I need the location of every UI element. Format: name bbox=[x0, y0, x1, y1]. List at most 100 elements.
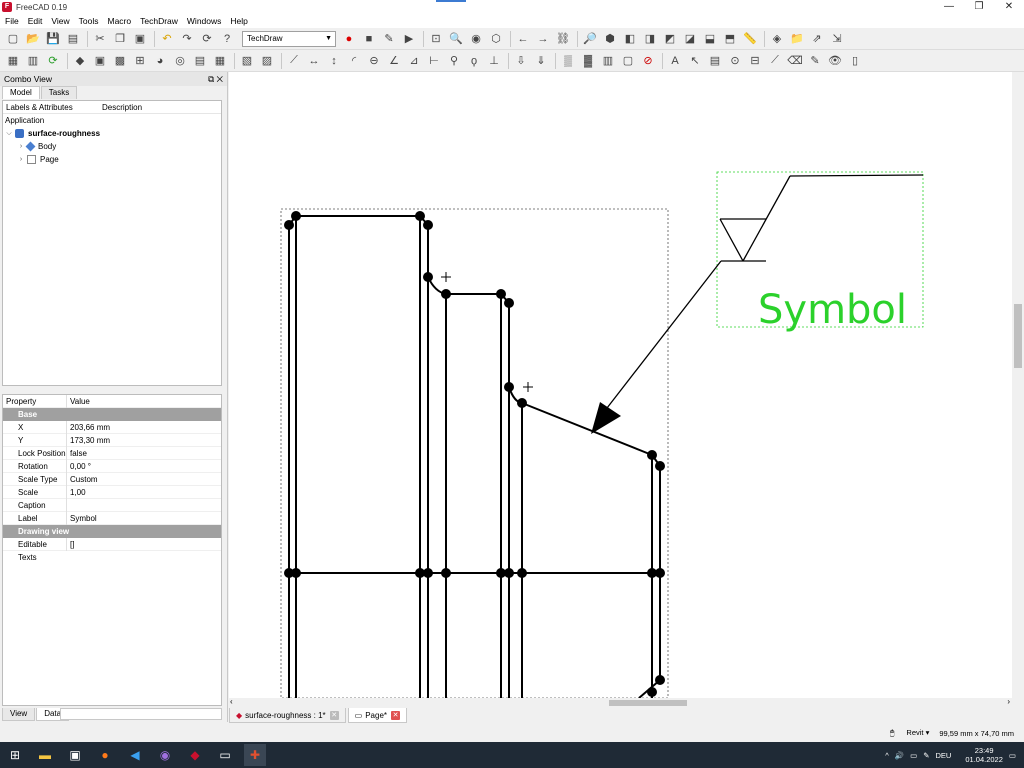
save-as-icon[interactable]: ▤ bbox=[64, 30, 82, 48]
property-group-drawing-view[interactable]: Drawing view bbox=[3, 525, 221, 538]
view-rear-icon[interactable]: ◪ bbox=[681, 30, 699, 48]
terminal-icon[interactable]: ▭ bbox=[214, 744, 236, 766]
property-value[interactable]: 173,30 mm bbox=[67, 436, 110, 445]
menu-macro[interactable]: Macro bbox=[107, 16, 131, 26]
export-dxf-icon[interactable]: ⇓ bbox=[532, 52, 550, 70]
notification-icon[interactable]: ▭ bbox=[1009, 751, 1016, 760]
cut-icon[interactable]: ✂ bbox=[91, 30, 109, 48]
doc-tab-page[interactable]: ▭ Page* ✕ bbox=[347, 708, 408, 723]
tree-column-description[interactable]: Description bbox=[99, 103, 142, 112]
angle-3pt-dimension-icon[interactable]: ⊿ bbox=[405, 52, 423, 70]
angle-dimension-icon[interactable]: ∠ bbox=[385, 52, 403, 70]
open-document-icon[interactable]: 📂 bbox=[24, 30, 42, 48]
forward-icon[interactable]: → bbox=[534, 30, 552, 48]
std-views-icon[interactable]: 🔎 bbox=[581, 30, 599, 48]
view-front-icon[interactable]: ◧ bbox=[621, 30, 639, 48]
horizontal-scrollbar[interactable]: ‹ › bbox=[229, 697, 1012, 708]
chevron-up-icon[interactable]: ^ bbox=[885, 751, 889, 760]
github-desktop-icon[interactable]: ◉ bbox=[154, 744, 176, 766]
centerline-icon[interactable]: ⊟ bbox=[746, 52, 764, 70]
template-page-icon[interactable]: ▥ bbox=[24, 52, 42, 70]
tree-item-body[interactable]: › Body bbox=[3, 140, 221, 153]
redo-icon[interactable]: ↷ bbox=[178, 30, 196, 48]
pen-icon[interactable]: ✎ bbox=[923, 751, 929, 760]
menu-edit[interactable]: Edit bbox=[28, 16, 43, 26]
tree-item-document[interactable]: ⌵ surface-roughness bbox=[3, 127, 221, 140]
paste-icon[interactable]: ▣ bbox=[131, 30, 149, 48]
property-group-base[interactable]: Base bbox=[3, 408, 221, 421]
geom-hatch-icon[interactable]: ▓ bbox=[579, 52, 597, 70]
property-value[interactable]: 203,66 mm bbox=[67, 423, 110, 432]
show-all-icon[interactable]: 👁 bbox=[826, 52, 844, 70]
view-iso-icon[interactable]: ⬢ bbox=[601, 30, 619, 48]
menu-help[interactable]: Help bbox=[230, 16, 247, 26]
menu-file[interactable]: File bbox=[5, 16, 19, 26]
balloon-icon[interactable]: ϙ bbox=[465, 52, 483, 70]
expanded-arrow-icon[interactable]: ⌵ bbox=[5, 130, 13, 138]
toggle-frame-icon[interactable]: ⊘ bbox=[639, 52, 657, 70]
close-tab-icon[interactable]: ✕ bbox=[391, 710, 401, 720]
drawing-canvas[interactable]: Symbol bbox=[229, 72, 1012, 699]
rich-annotation-icon[interactable]: ▤ bbox=[706, 52, 724, 70]
scroll-right-icon[interactable]: › bbox=[1007, 697, 1010, 706]
active-view-icon[interactable]: ▣ bbox=[91, 52, 109, 70]
length-dimension-icon[interactable]: ⟋ bbox=[285, 52, 303, 70]
close-button[interactable]: ✕ bbox=[994, 0, 1024, 14]
decorate-line-icon[interactable]: ✎ bbox=[806, 52, 824, 70]
clock[interactable]: 23:49 01.04.2022 bbox=[959, 746, 1003, 764]
stop-macro-icon[interactable]: ■ bbox=[360, 30, 378, 48]
save-icon[interactable]: 💾 bbox=[44, 30, 62, 48]
tab-view[interactable]: View bbox=[2, 708, 36, 721]
projection-group-icon[interactable]: ▩ bbox=[111, 52, 129, 70]
clip-add-icon[interactable]: ▨ bbox=[258, 52, 276, 70]
scroll-left-icon[interactable]: ‹ bbox=[230, 697, 233, 706]
landmark-icon[interactable]: ⊥ bbox=[485, 52, 503, 70]
new-document-icon[interactable]: ▢ bbox=[4, 30, 22, 48]
new-page-icon[interactable]: ▦ bbox=[4, 52, 22, 70]
close-tab-icon[interactable]: ✕ bbox=[329, 710, 339, 720]
diameter-dimension-icon[interactable]: ⊖ bbox=[365, 52, 383, 70]
property-value[interactable]: Symbol bbox=[67, 514, 97, 523]
close-panel-icon[interactable]: ✕ bbox=[217, 74, 223, 84]
horizontal-scroll-thumb[interactable] bbox=[609, 700, 687, 706]
menu-techdraw[interactable]: TechDraw bbox=[140, 16, 178, 26]
property-row[interactable]: X 203,66 mm bbox=[3, 420, 221, 434]
property-value[interactable]: [] bbox=[67, 540, 74, 549]
symbol-icon[interactable]: ▥ bbox=[599, 52, 617, 70]
detail-view-icon[interactable]: ◕ bbox=[151, 52, 169, 70]
language-indicator[interactable]: DEU bbox=[936, 751, 952, 760]
speaker-icon[interactable]: 🔊 bbox=[895, 751, 904, 760]
edit-macro-icon[interactable]: ✎ bbox=[380, 30, 398, 48]
extent-dimension-icon[interactable]: ⊢ bbox=[425, 52, 443, 70]
vertical-scroll-thumb[interactable] bbox=[1014, 304, 1022, 368]
redraw-icon[interactable]: ⟳ bbox=[44, 52, 62, 70]
property-value[interactable]: false bbox=[67, 449, 87, 458]
section-view-icon[interactable]: ⊞ bbox=[131, 52, 149, 70]
run-macro-icon[interactable]: ▶ bbox=[400, 30, 418, 48]
copy-icon[interactable]: ❐ bbox=[111, 30, 129, 48]
tab-tasks[interactable]: Tasks bbox=[40, 86, 78, 99]
navigation-style[interactable]: 🖱 Revit ▾ bbox=[880, 728, 930, 738]
tab-model[interactable]: Model bbox=[2, 86, 40, 99]
menu-view[interactable]: View bbox=[51, 16, 69, 26]
freecad-active-icon[interactable]: ✚ bbox=[244, 744, 266, 766]
view-left-icon[interactable]: ⬒ bbox=[721, 30, 739, 48]
menu-tools[interactable]: Tools bbox=[79, 16, 99, 26]
measure-icon[interactable]: 📏 bbox=[741, 30, 759, 48]
vertical-scrollbar[interactable] bbox=[1012, 72, 1024, 698]
back-icon[interactable]: ← bbox=[514, 30, 532, 48]
link-icon[interactable]: ⛓ bbox=[554, 30, 572, 48]
app-icon[interactable]: ▣ bbox=[64, 744, 86, 766]
refresh-icon[interactable]: ⟳ bbox=[198, 30, 216, 48]
freecad-task-icon[interactable]: ◆ bbox=[184, 744, 206, 766]
file-explorer-icon[interactable]: ▬ bbox=[34, 744, 56, 766]
part-icon[interactable]: ◈ bbox=[768, 30, 786, 48]
hatch-icon[interactable]: ▒ bbox=[559, 52, 577, 70]
link-dimension-icon[interactable]: ⚲ bbox=[445, 52, 463, 70]
property-value[interactable]: 0,00 ° bbox=[67, 462, 91, 471]
property-row[interactable]: Lock Position false bbox=[3, 446, 221, 460]
property-row[interactable]: Scale Type Custom bbox=[3, 472, 221, 486]
firefox-icon[interactable]: ● bbox=[94, 744, 116, 766]
draw-style-icon[interactable]: ◉ bbox=[467, 30, 485, 48]
zoom-selection-icon[interactable]: 🔍 bbox=[447, 30, 465, 48]
